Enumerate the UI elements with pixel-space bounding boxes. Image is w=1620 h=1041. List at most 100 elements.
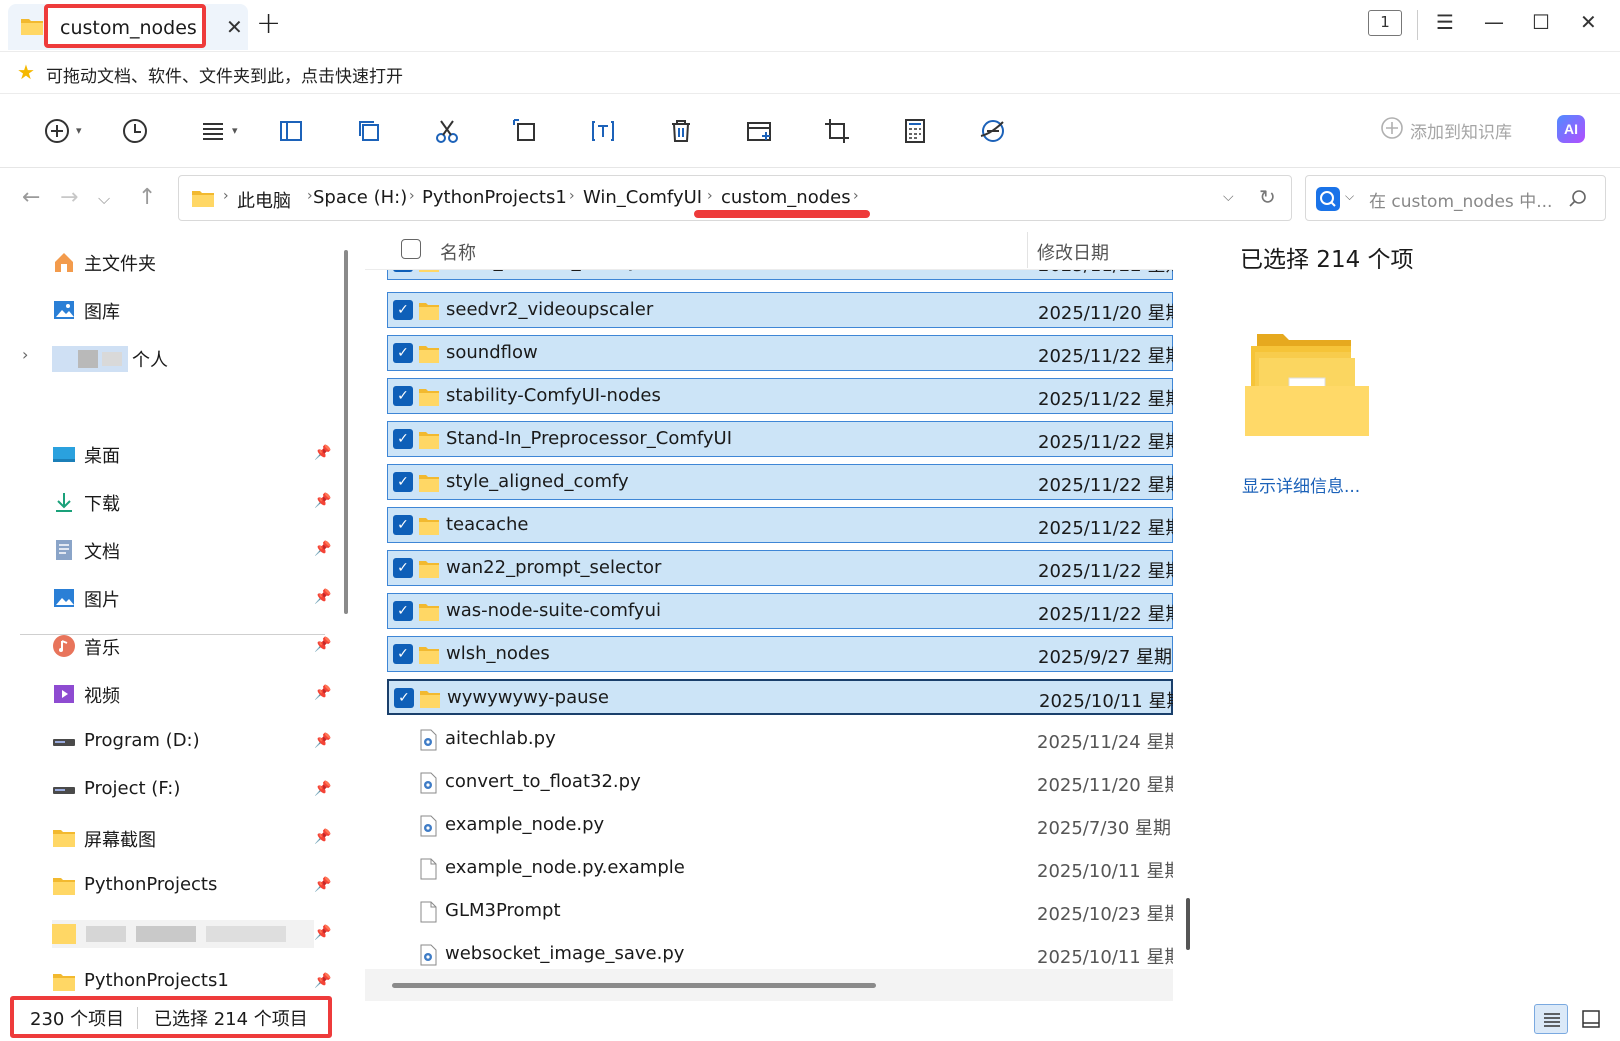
address-bar[interactable]: › 此电脑 › Space (H:) › PythonProjects1 › W… [178,175,1292,221]
chevron-down-icon[interactable]: ▾ [232,124,238,137]
select-icon[interactable] [508,114,542,148]
row-checkbox[interactable]: ✓ [393,472,413,492]
back-button[interactable]: ← [22,185,40,210]
nav-item-blurred[interactable]: 📌 [52,918,342,950]
pin-icon[interactable]: 📌 [314,589,331,605]
row-checkbox[interactable]: ✓ [393,343,413,363]
forward-button[interactable]: → [60,185,78,210]
pin-icon[interactable]: 📌 [314,925,331,941]
pin-icon[interactable]: 📌 [314,973,331,989]
file-list-scrollbar[interactable] [1186,898,1190,950]
file-row[interactable]: ✓ stability-ComfyUI-nodes 2025/11/22 星期 [387,378,1173,414]
ai-button[interactable]: AI [1557,115,1585,143]
nav-item-pythonprojects[interactable]: PythonProjects 📌 [52,870,342,902]
file-row[interactable]: ✓ wlsh_nodes 2025/9/27 星期 [387,636,1173,672]
select-all-checkbox[interactable] [401,239,421,259]
pin-icon[interactable]: 📌 [314,877,331,893]
breadcrumb-pythonprojects1[interactable]: PythonProjects1 [422,187,567,208]
nav-item-drive-d[interactable]: Program (D:) 📌 [52,726,342,758]
close-window-button[interactable]: ✕ [1580,10,1597,34]
column-name[interactable]: 名称 [440,239,476,265]
pin-icon[interactable]: 📌 [314,637,331,653]
breadcrumb-custom-nodes[interactable]: custom_nodes [721,187,851,208]
row-checkbox[interactable]: ✓ [393,300,413,320]
file-row[interactable]: ✓ style_aligned_comfy 2025/11/22 星期 [387,464,1173,500]
chevron-down-icon[interactable]: ⌵ [1345,189,1354,204]
column-date[interactable]: 修改日期 [1037,239,1109,265]
nav-item-pythonprojects1[interactable]: PythonProjects1 📌 [52,966,342,998]
chevron-down-icon[interactable]: ▾ [76,124,82,137]
new-tab-button[interactable]: + [256,6,281,41]
nav-item-documents[interactable]: 文档 📌 [52,534,342,566]
recent-locations-button[interactable]: ⌵ [98,189,110,209]
row-checkbox[interactable]: ✓ [393,558,413,578]
nav-item-pictures[interactable]: 图片 📌 [52,582,342,614]
file-row[interactable]: ✓ wywywywy-pause 2025/10/11 星期 [387,679,1173,715]
pin-icon[interactable]: 📌 [314,445,331,461]
minimize-button[interactable]: — [1484,10,1504,34]
pin-icon[interactable]: 📌 [314,541,331,557]
file-row[interactable]: ✓ wan22_prompt_selector 2025/11/22 星期 [387,550,1173,586]
breadcrumb-space-h[interactable]: Space (H:) [313,187,407,208]
row-checkbox[interactable]: ✓ [393,644,413,664]
file-row[interactable]: ✓ seedvr2_videoupscaler 2025/11/20 星期 [387,292,1173,328]
search-engine-icon[interactable] [1316,187,1340,211]
details-view-button[interactable] [1534,1004,1568,1034]
file-row[interactable]: ✓ Stand-In_Preprocessor_ComfyUI 2025/11/22… [387,421,1173,457]
file-row[interactable]: example_node.py.example 2025/10/11 星期 [387,851,1173,887]
rename-icon[interactable] [586,114,620,148]
nav-item-music[interactable]: 音乐 📌 [52,630,342,662]
pin-icon[interactable]: 📌 [314,829,331,845]
file-row[interactable]: convert_to_float32.py 2025/11/20 星期 [387,765,1173,801]
add-icon[interactable] [40,114,74,148]
search-input[interactable]: 在 custom_nodes 中... [1369,187,1552,212]
nav-item-videos[interactable]: 视频 📌 [52,678,342,710]
nav-item-personal[interactable]: › 个人 [22,342,222,374]
row-checkbox[interactable]: ✓ [394,688,414,708]
search-icon[interactable] [1568,189,1588,209]
nav-item-downloads[interactable]: 下载 📌 [52,486,342,518]
file-row[interactable]: ✓ soundflow 2025/11/22 星期 [387,335,1173,371]
pin-icon[interactable]: 📌 [314,781,331,797]
file-row[interactable]: GLM3Prompt 2025/10/23 星期 [387,894,1173,930]
nav-item-screenshots[interactable]: 屏幕截图 📌 [52,822,342,854]
preview-view-button[interactable] [1574,1004,1608,1034]
tab-custom-nodes[interactable]: custom_nodes ✕ [8,4,248,50]
refresh-button[interactable]: ↻ [1259,185,1276,209]
new-folder-icon[interactable] [742,114,776,148]
menu-button[interactable]: ☰ [1436,10,1454,34]
crop-icon[interactable] [820,114,854,148]
pin-icon[interactable]: 📌 [314,493,331,509]
address-dropdown-button[interactable]: ⌵ [1223,189,1234,205]
row-checkbox[interactable]: ✓ [393,515,413,535]
pin-icon[interactable]: 📌 [314,733,331,749]
delete-icon[interactable] [664,114,698,148]
row-checkbox[interactable]: ✓ [393,429,413,449]
nav-scrollbar[interactable] [344,250,348,614]
add-to-knowledge-base-button[interactable]: 添加到知识库 [1410,118,1512,143]
show-details-link[interactable]: 显示详细信息... [1242,472,1360,497]
panel-icon[interactable] [274,114,308,148]
copy-icon[interactable] [352,114,386,148]
file-row[interactable]: ✓ teacache 2025/11/22 星期 [387,507,1173,543]
calculator-icon[interactable] [898,114,932,148]
search-box[interactable]: ⌵ 在 custom_nodes 中... [1305,175,1606,221]
nav-item-desktop[interactable]: 桌面 📌 [52,438,342,470]
browser-icon[interactable] [976,114,1010,148]
tab-close-button[interactable]: ✕ [226,15,243,39]
view-list-icon[interactable] [196,114,230,148]
quick-access-bar[interactable]: ★ 可拖动文档、软件、文件夹到此，点击快速打开 [0,52,1620,94]
history-icon[interactable] [118,114,152,148]
pin-icon[interactable]: 📌 [314,685,331,701]
horizontal-scrollbar[interactable] [392,983,876,988]
file-row[interactable]: websocket_image_save.py 2025/10/11 星期 [387,937,1173,973]
row-checkbox[interactable]: ✓ [393,386,413,406]
cut-icon[interactable] [430,114,464,148]
breadcrumb-this-pc[interactable]: 此电脑 [237,187,291,213]
window-count-badge[interactable]: 1 [1368,10,1402,36]
nav-item-drive-f[interactable]: Project (F:) 📌 [52,774,342,806]
row-checkbox[interactable]: ✓ [393,601,413,621]
up-button[interactable]: ↑ [138,185,156,210]
breadcrumb-win-comfyui[interactable]: Win_ComfyUI [583,187,702,208]
file-row[interactable]: example_node.py 2025/7/30 星期 [387,808,1173,844]
